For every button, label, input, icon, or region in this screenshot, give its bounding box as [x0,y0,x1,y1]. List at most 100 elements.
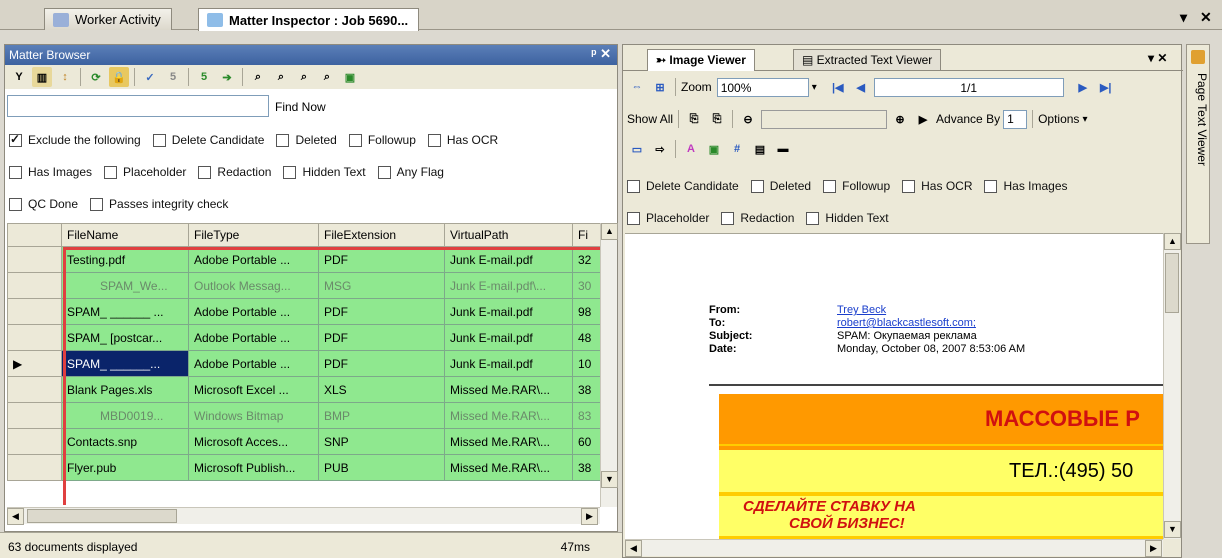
page-compare-icon[interactable]: ⎘ [707,109,727,129]
fit-width-icon[interactable]: ⇔ [627,77,647,97]
tab-worker-activity[interactable]: Worker Activity [44,8,172,30]
viewer-placeholder-checkbox[interactable] [627,211,640,225]
number5-icon[interactable]: 5 [163,67,183,87]
close-icon[interactable]: ✕ [1200,9,1212,26]
viewer-horizontal-scrollbar[interactable]: ◀ ▶ [625,539,1163,557]
viewer-has-ocr-checkbox[interactable] [902,179,916,193]
viewer-delete-candidate-checkbox[interactable] [627,179,640,193]
filter-icon[interactable]: Y [9,67,29,87]
any-flag-checkbox[interactable] [377,165,391,179]
grid-vertical-scrollbar[interactable]: ▲ ▼ [600,223,618,507]
check-icon[interactable]: ✓ [140,67,160,87]
tab-extracted-text[interactable]: ▤ Extracted Text Viewer [793,49,942,70]
find-now-button[interactable]: Find Now [275,100,326,114]
text-block-icon[interactable]: ▤ [750,139,770,159]
refresh-icon[interactable]: ⟳ [86,67,106,87]
zoom-select[interactable]: 100% [716,77,809,97]
image-icon[interactable]: ▣ [704,139,724,159]
exclude-checkbox[interactable] [9,132,22,147]
search-input[interactable] [7,95,269,117]
page-indicator[interactable]: 1/1 [873,77,1064,97]
scroll-down-icon[interactable]: ▼ [601,471,618,488]
scroll-left-icon[interactable]: ◀ [7,508,24,525]
plus-icon[interactable]: ⊕ [890,109,910,129]
binoculars-ph-icon[interactable]: ⌕ [294,67,314,87]
redaction-bar-icon[interactable]: ▬ [773,139,793,159]
table-row-selected[interactable]: ▶ SPAM_ ______... Adobe Portable ... PDF Jun… [7,350,600,377]
deleted-checkbox[interactable] [276,133,290,147]
viewer-vertical-scrollbar[interactable]: ▲ ▼ [1163,233,1181,539]
scroll-right-icon[interactable]: ▶ [1145,540,1162,557]
viewer-menu-icon[interactable]: ▾ ✕ [1148,51,1167,65]
column-header-filetype[interactable]: FileType [188,223,319,247]
scroll-down-icon[interactable]: ▼ [1164,521,1181,538]
text-highlight-icon[interactable]: A [681,139,701,159]
scroll-left-icon[interactable]: ◀ [625,540,642,557]
rectangle-icon[interactable]: ▭ [627,139,647,159]
tab-image-viewer[interactable]: ➳ Image Viewer [647,49,755,71]
zoom-dropdown-icon[interactable]: ▾ [812,82,817,93]
prev-page-icon[interactable]: ◀ [851,77,871,97]
fit-page-icon[interactable]: ⊞ [650,77,670,97]
first-page-icon[interactable]: |◀ [828,77,848,97]
binoculars-icon[interactable]: ⌕ [248,67,268,87]
viewer-followup-checkbox[interactable] [823,179,837,193]
viewer-redaction-checkbox[interactable] [721,211,735,225]
advance-slider[interactable] [761,109,888,129]
hidden-text-checkbox[interactable] [283,165,297,179]
play-icon[interactable]: ▶ [913,109,933,129]
table-row[interactable]: Blank Pages.xls Microsoft Excel ... XLS Mis… [7,376,600,403]
tab-menu-chevron-icon[interactable]: ▾ [1180,9,1187,26]
followup-checkbox[interactable] [348,133,362,147]
next-page-icon[interactable]: ▶ [1073,77,1093,97]
pin-close-controls[interactable]: ᵖ ✕ [591,46,611,62]
scroll-right-icon[interactable]: ▶ [581,508,598,525]
export-icon[interactable]: ⇨ [650,139,670,159]
binoculars-tag-icon[interactable]: ⌕ [317,67,337,87]
table-row[interactable]: Contacts.snp Microsoft Acces... SNP Missed … [7,428,600,455]
table-row[interactable]: SPAM_ ______ ... Adobe Portable ... PDF Jun… [7,298,600,325]
page-text-viewer-side-tab[interactable]: Page Text Viewer [1186,44,1210,244]
sort-icon[interactable]: ↕ [55,67,75,87]
columns-icon[interactable]: ▥ [32,67,52,87]
options-dropdown-icon[interactable]: ▾ [1082,114,1087,125]
minus-icon[interactable]: ⊖ [738,109,758,129]
column-header-fi[interactable]: Fi [572,223,600,247]
viewer-deleted-checkbox[interactable] [750,179,764,193]
column-header-fileextension[interactable]: FileExtension [318,223,445,247]
document-image[interactable]: From: Trey Beck To: robert@blackcastlesoft… [625,233,1163,539]
table-row[interactable]: Testing.pdf Adobe Portable ... PDF Junk E-m… [7,246,600,273]
number5-active-icon[interactable]: 5 [194,67,214,87]
scroll-thumb[interactable] [1165,253,1179,313]
tab-matter-inspector[interactable]: Matter Inspector : Job 5690... [198,8,420,31]
scroll-up-icon[interactable]: ▲ [1164,233,1181,250]
advance-by-input[interactable]: 1 [1003,109,1028,129]
to-link[interactable]: robert@blackcastlesoft.com; [837,317,976,330]
viewer-hidden-text-checkbox[interactable] [806,211,820,225]
grid-horizontal-scrollbar[interactable]: ◀ ▶ [7,507,600,525]
table-row[interactable]: Flyer.pub Microsoft Publish... PUB Missed M… [7,454,600,481]
redaction-checkbox[interactable] [198,165,212,179]
scroll-up-icon[interactable]: ▲ [601,223,618,240]
show-all-button[interactable]: Show All [627,112,673,126]
table-row[interactable]: SPAM_We... Outlook Messag... MSG Junk E-mai… [7,272,600,299]
options-menu[interactable]: Options [1038,112,1079,126]
scroll-thumb[interactable] [27,509,177,523]
integrity-checkbox[interactable] [90,197,104,211]
placeholder-checkbox[interactable] [104,165,118,179]
table-row[interactable]: MBD0019... Windows Bitmap BMP Missed Me.RAR… [7,402,600,429]
column-header-virtualpath[interactable]: VirtualPath [444,223,573,247]
binoculars-id-icon[interactable]: ⌕ [271,67,291,87]
viewer-has-images-checkbox[interactable] [984,179,998,193]
last-page-icon[interactable]: ▶| [1096,77,1116,97]
delete-candidate-checkbox[interactable] [152,133,166,147]
grid-icon[interactable]: # [727,139,747,159]
page-view-icon[interactable]: ⎘ [684,109,704,129]
save-icon[interactable]: ▣ [340,67,360,87]
column-header-filename[interactable]: FileName [61,223,189,247]
qc-done-checkbox[interactable] [9,197,22,211]
table-row[interactable]: SPAM_ [postcar... Adobe Portable ... PDF Ju… [7,324,600,351]
has-ocr-checkbox[interactable] [427,133,441,147]
next-arrow-icon[interactable]: ➔ [217,67,237,87]
has-images-checkbox[interactable] [9,165,22,179]
